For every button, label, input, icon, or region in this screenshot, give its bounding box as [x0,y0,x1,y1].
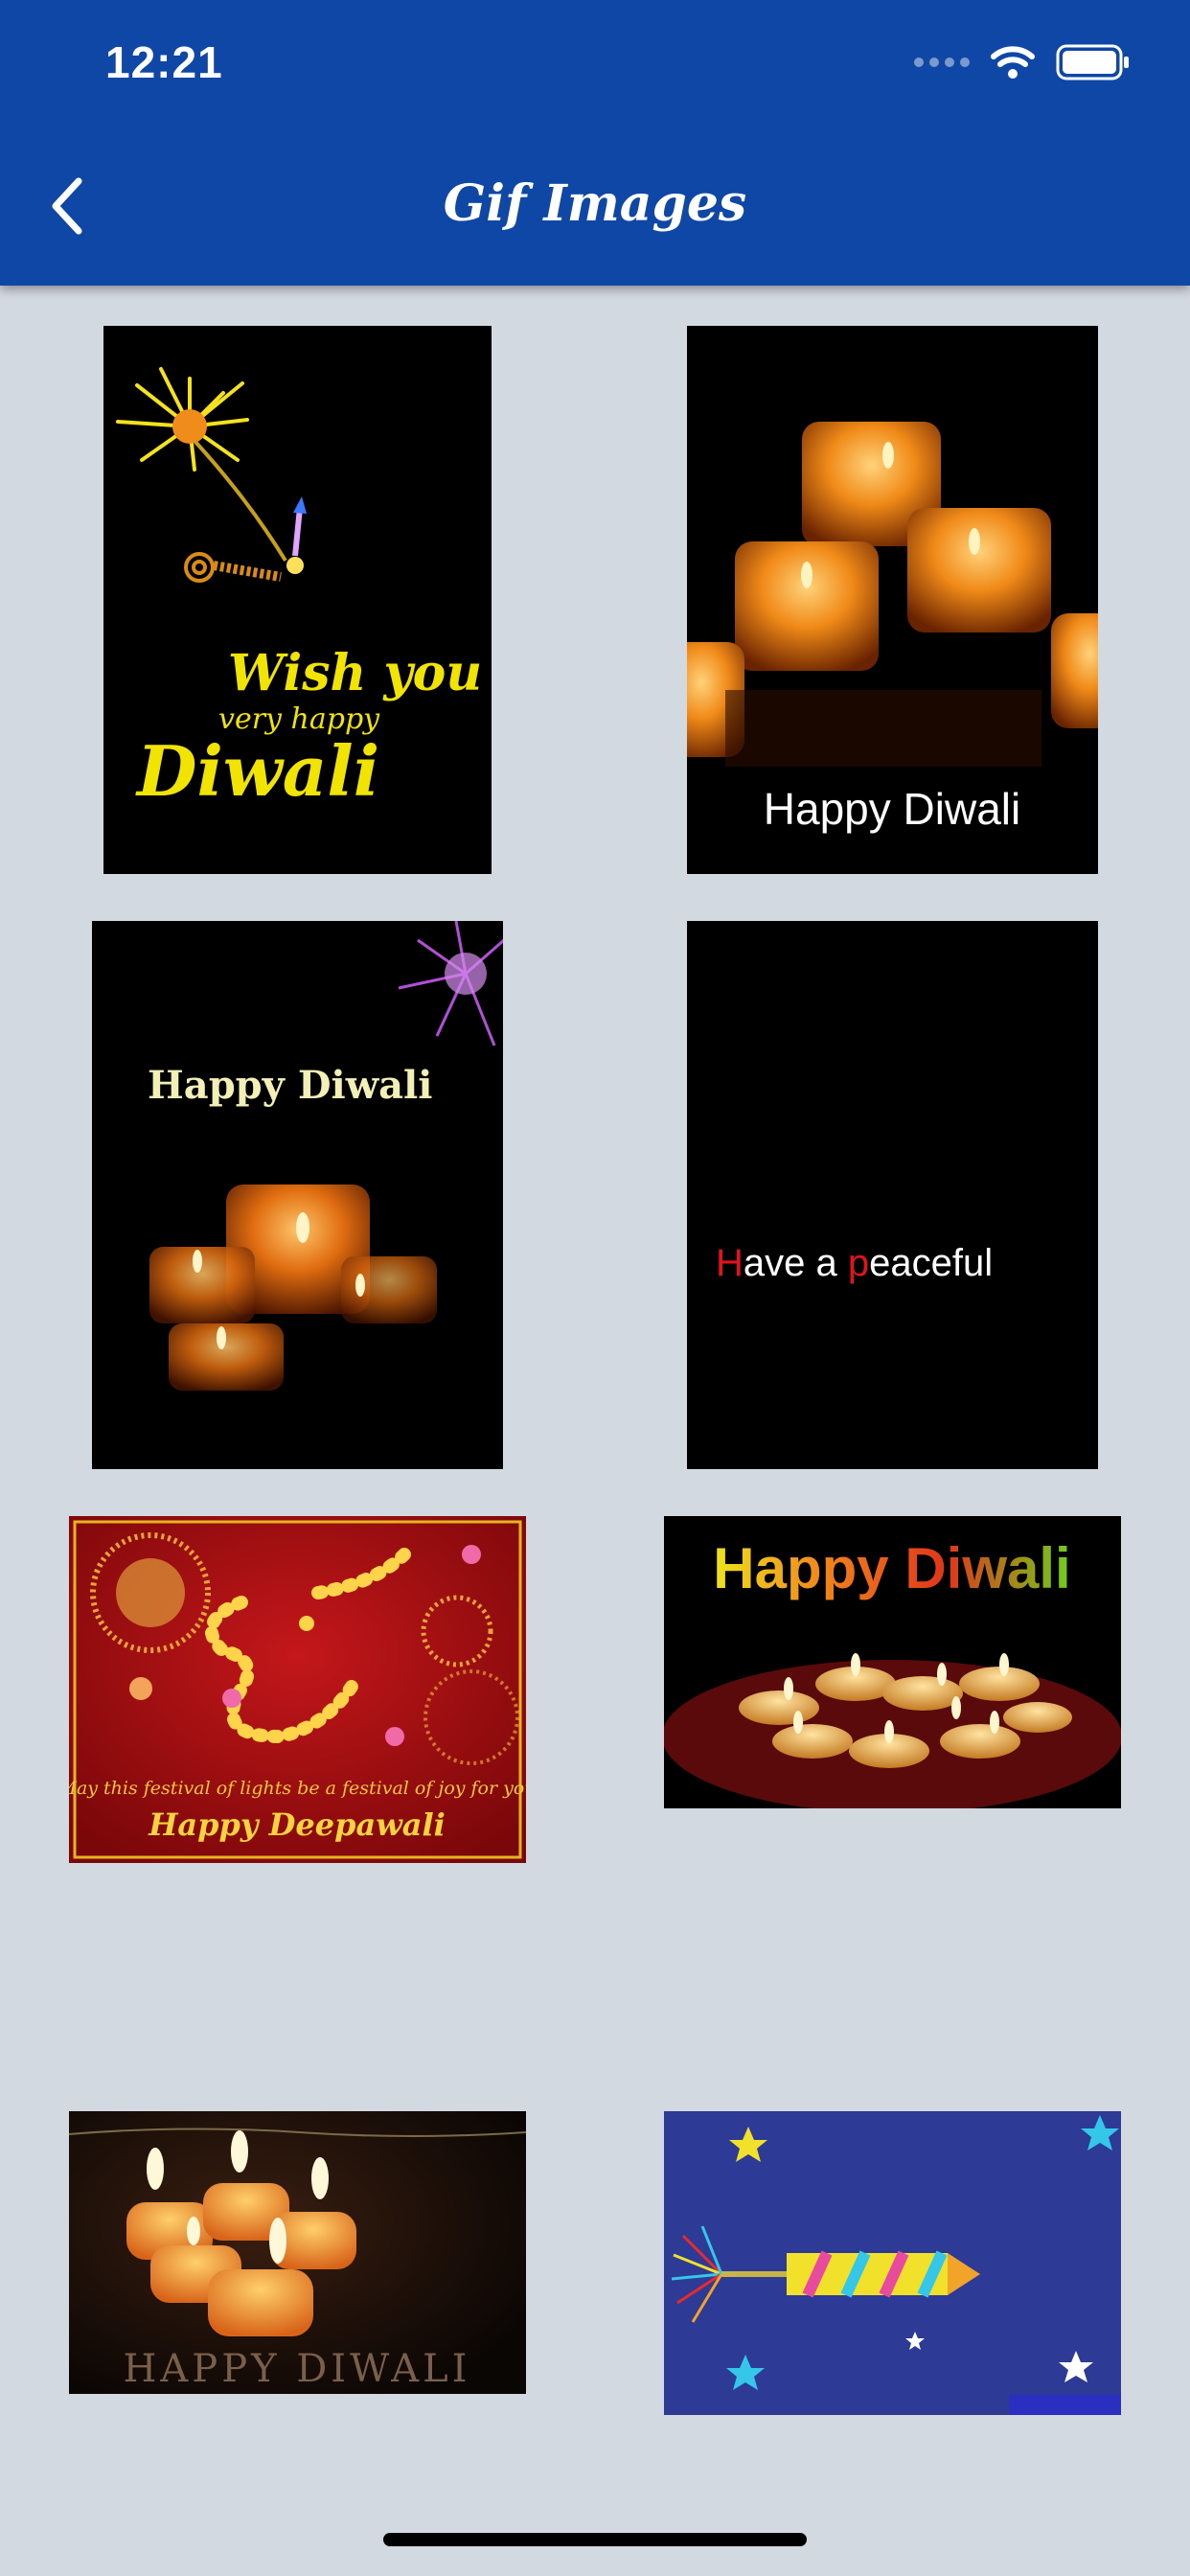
gif-text-line3: Diwali [135,730,379,812]
gif-text-line2: Happy Deepawali [148,1806,446,1843]
battery-icon [1056,44,1129,80]
gif-tile-candles-happy-diwali[interactable]: Happy Diwali [687,326,1098,874]
gif-tile-have-a-peaceful[interactable]: Have a peaceful [687,921,1098,1469]
gif-tile-candle-firework[interactable]: Happy Diwali [92,921,503,1469]
gif-caption: Happy Diwali [713,1536,1070,1600]
wifi-icon [991,46,1035,79]
gif-image: Happy Diwali [664,1516,1121,1808]
gif-image: Wish you a very happy Diwali [103,326,492,874]
gif-image: HAPPY DIWALI [69,2111,526,2394]
home-indicator[interactable] [383,2533,807,2546]
gif-caption: HAPPY DIWALI [124,2347,471,2391]
gif-tile-rocket[interactable] [664,2111,1121,2415]
cellular-signal-icon [914,58,970,67]
gif-tile-happy-diwali-candles[interactable]: HAPPY DIWALI [69,2111,526,2394]
status-time: 12:21 [105,37,223,87]
gif-image: Happy Diwali [92,921,503,1469]
page-title: Gif Images [443,174,747,233]
gif-tile-wish-diwali[interactable]: Wish you a very happy Diwali [103,326,492,874]
gif-text-line1: May this festival of lights be a festiva… [69,1778,526,1799]
gif-text-line1: Wish you a [228,644,492,702]
gif-image: Have a peaceful [687,921,1098,1469]
gif-tile-tea-lights[interactable]: Happy Diwali [664,1516,1121,1808]
gif-caption: Happy Diwali [764,784,1020,834]
gif-image: Happy Diwali [687,326,1098,874]
gif-image [664,2111,1121,2415]
gif-image: May this festival of lights be a festiva… [69,1516,526,1863]
gif-caption: Happy Diwali [148,1063,432,1108]
gif-tile-happy-deepawali[interactable]: May this festival of lights be a festiva… [69,1516,526,1863]
status-indicators [914,44,1131,80]
gif-caption: Have a peaceful [716,1242,993,1284]
app-header: 12:21 Gif Images [0,0,1190,286]
